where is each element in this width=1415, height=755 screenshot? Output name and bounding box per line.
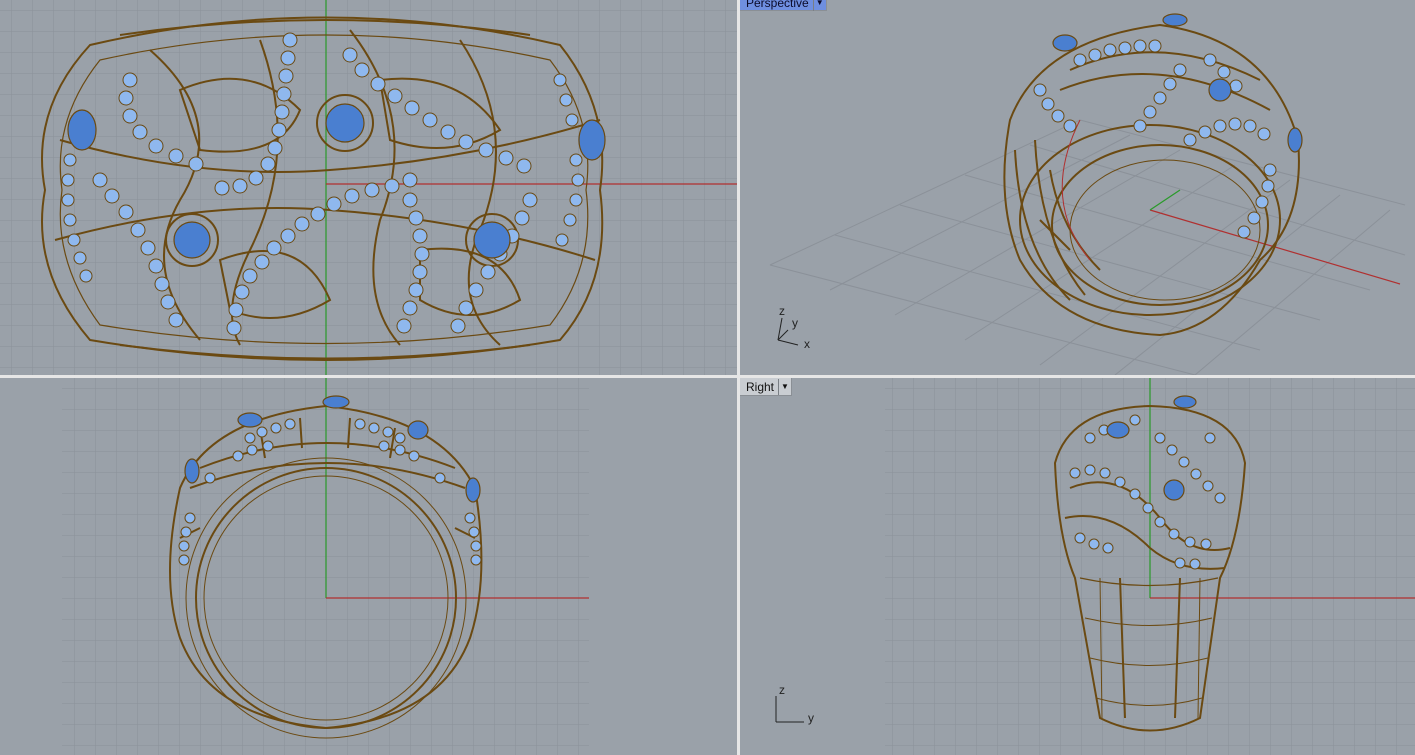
right-view-canvas: z y: [775, 378, 1415, 755]
ring-wireframe: [1003, 23, 1300, 337]
perspective-view-canvas: z y x: [769, 13, 1406, 375]
axis-label-y: y: [808, 711, 814, 725]
y-axis-line: [1149, 189, 1181, 211]
tab-right[interactable]: Right ▼: [740, 378, 793, 396]
top-view-canvas: [0, 0, 737, 375]
axis-label-z: z: [779, 683, 785, 697]
viewport-right[interactable]: z y Right ▼: [740, 378, 1415, 755]
chevron-down-icon[interactable]: ▼: [778, 378, 791, 395]
viewport-label-right: Right: [746, 379, 775, 394]
axis-label-z: z: [779, 304, 785, 318]
viewport-perspective[interactable]: z y x Perspective ▼: [740, 0, 1415, 375]
chevron-down-icon[interactable]: ▼: [812, 0, 826, 11]
axis-indicator: [775, 696, 804, 723]
axis-label-x: x: [804, 337, 810, 351]
viewport-grid: z y x Perspective ▼ z y Right ▼: [0, 0, 1415, 755]
perspective-grid: [769, 119, 1406, 375]
viewport-front[interactable]: [0, 378, 737, 755]
viewport-label-perspective: Perspective: [746, 0, 809, 10]
front-view-canvas: [62, 378, 589, 755]
viewport-top[interactable]: [0, 0, 737, 375]
tab-perspective[interactable]: Perspective ▼: [740, 0, 827, 11]
axis-label-y: y: [792, 316, 798, 330]
